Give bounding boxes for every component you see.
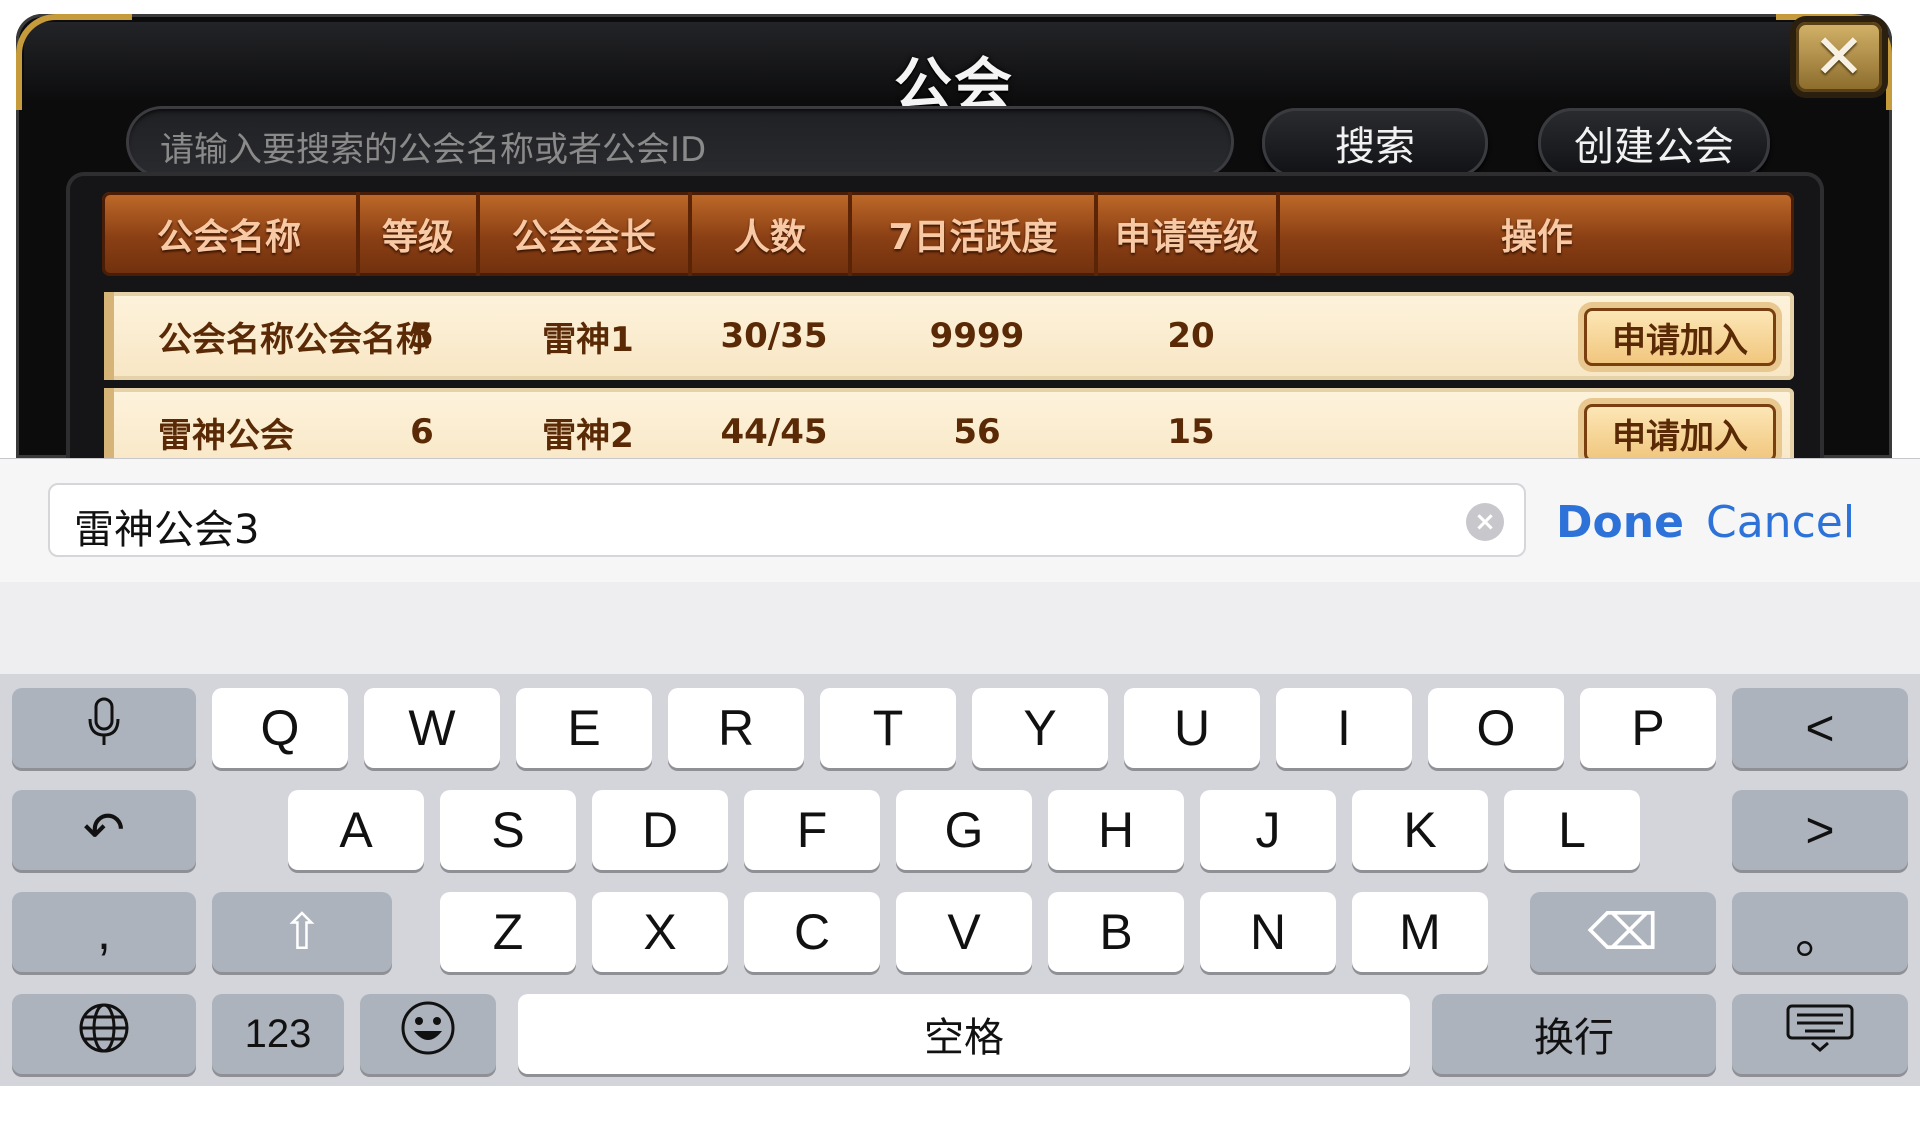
key-h[interactable]: H	[1048, 790, 1184, 870]
cancel-button[interactable]: Cancel	[1706, 497, 1855, 548]
key-c[interactable]: C	[744, 892, 880, 972]
key-g[interactable]: G	[896, 790, 1032, 870]
text-input-value: 雷神公会3	[74, 507, 260, 553]
emoji-icon	[399, 999, 457, 1069]
mic-key[interactable]	[12, 688, 196, 768]
column-header-required-level: 申请等级	[1098, 192, 1280, 276]
backspace-key[interactable]: ⌫	[1530, 892, 1716, 972]
cell-level: 5	[410, 316, 434, 356]
apply-join-button[interactable]: 申请加入	[1584, 308, 1776, 366]
return-key[interactable]: 换行	[1432, 994, 1716, 1074]
table-row: 公会名称公会名称 5 雷神1 30/35 9999 20 申请加入	[104, 292, 1794, 380]
keyboard-dismiss-icon	[1785, 1003, 1855, 1065]
column-header-members: 人数	[692, 192, 852, 276]
period-key[interactable]: 。	[1732, 892, 1908, 972]
clear-icon[interactable]: ×	[1466, 503, 1504, 541]
microphone-icon	[86, 697, 122, 759]
column-header-leader: 公会会长	[480, 192, 692, 276]
text-input-field[interactable]: 雷神公会3 ×	[48, 483, 1526, 557]
globe-key[interactable]	[12, 994, 196, 1074]
keyboard-keys: Q W E R T Y U I O P < ↶ A S D F G H J K …	[0, 674, 1920, 1086]
column-header-activity: 7日活跃度	[852, 192, 1098, 276]
key-q[interactable]: Q	[212, 688, 348, 768]
numbers-key[interactable]: 123	[212, 994, 344, 1074]
key-a[interactable]: A	[288, 790, 424, 870]
key-w[interactable]: W	[364, 688, 500, 768]
key-u[interactable]: U	[1124, 688, 1260, 768]
search-placeholder: 请输入要搜索的公会名称或者公会ID	[160, 130, 707, 170]
backspace-icon: ⌫	[1587, 904, 1659, 960]
close-button[interactable]: ✕	[1796, 22, 1882, 92]
column-header-level: 等级	[360, 192, 480, 276]
suggestion-bar	[0, 582, 1920, 674]
table-header: 公会名称 等级 公会会长 人数 7日活跃度 申请等级 操作	[102, 192, 1794, 276]
right-arrow-key[interactable]: >	[1732, 790, 1908, 870]
key-t[interactable]: T	[820, 688, 956, 768]
key-f[interactable]: F	[744, 790, 880, 870]
column-header-guild-name: 公会名称	[102, 192, 360, 276]
key-v[interactable]: V	[896, 892, 1032, 972]
cell-activity: 9999	[929, 316, 1025, 356]
row-accent	[104, 292, 114, 380]
key-d[interactable]: D	[592, 790, 728, 870]
key-e[interactable]: E	[516, 688, 652, 768]
close-icon: ✕	[1813, 20, 1865, 93]
space-key[interactable]: 空格	[518, 994, 1410, 1074]
globe-icon	[77, 1001, 131, 1067]
shift-key[interactable]: ⇧	[212, 892, 392, 972]
key-l[interactable]: L	[1504, 790, 1640, 870]
guild-search-input[interactable]: 请输入要搜索的公会名称或者公会ID	[126, 106, 1234, 178]
key-o[interactable]: O	[1428, 688, 1564, 768]
undo-icon: ↶	[83, 802, 125, 858]
dismiss-keyboard-key[interactable]	[1732, 994, 1908, 1074]
system-keyboard: 雷神公会3 × Done Cancel Q W E R T Y U I O P …	[0, 458, 1920, 1086]
key-x[interactable]: X	[592, 892, 728, 972]
key-k[interactable]: K	[1352, 790, 1488, 870]
emoji-key[interactable]	[360, 994, 496, 1074]
key-n[interactable]: N	[1200, 892, 1336, 972]
undo-key[interactable]: ↶	[12, 790, 196, 870]
done-button[interactable]: Done	[1556, 497, 1684, 548]
apply-join-button[interactable]: 申请加入	[1584, 404, 1776, 462]
key-y[interactable]: Y	[972, 688, 1108, 768]
column-header-action: 操作	[1500, 217, 1573, 258]
cell-leader: 雷神1	[542, 319, 634, 360]
comma-key[interactable]: ,	[12, 892, 196, 972]
left-arrow-key[interactable]: <	[1732, 688, 1908, 768]
key-b[interactable]: B	[1048, 892, 1184, 972]
key-j[interactable]: J	[1200, 790, 1336, 870]
key-i[interactable]: I	[1276, 688, 1412, 768]
input-accessory-bar: 雷神公会3 × Done Cancel	[0, 458, 1920, 584]
key-m[interactable]: M	[1352, 892, 1488, 972]
search-button[interactable]: 搜索	[1262, 108, 1488, 178]
key-s[interactable]: S	[440, 790, 576, 870]
key-p[interactable]: P	[1580, 688, 1716, 768]
cell-members: 30/35	[720, 316, 828, 356]
create-guild-button[interactable]: 创建公会	[1538, 108, 1770, 178]
shift-icon: ⇧	[281, 904, 323, 960]
key-z[interactable]: Z	[440, 892, 576, 972]
key-r[interactable]: R	[668, 688, 804, 768]
cell-required-level: 20	[1167, 316, 1215, 356]
